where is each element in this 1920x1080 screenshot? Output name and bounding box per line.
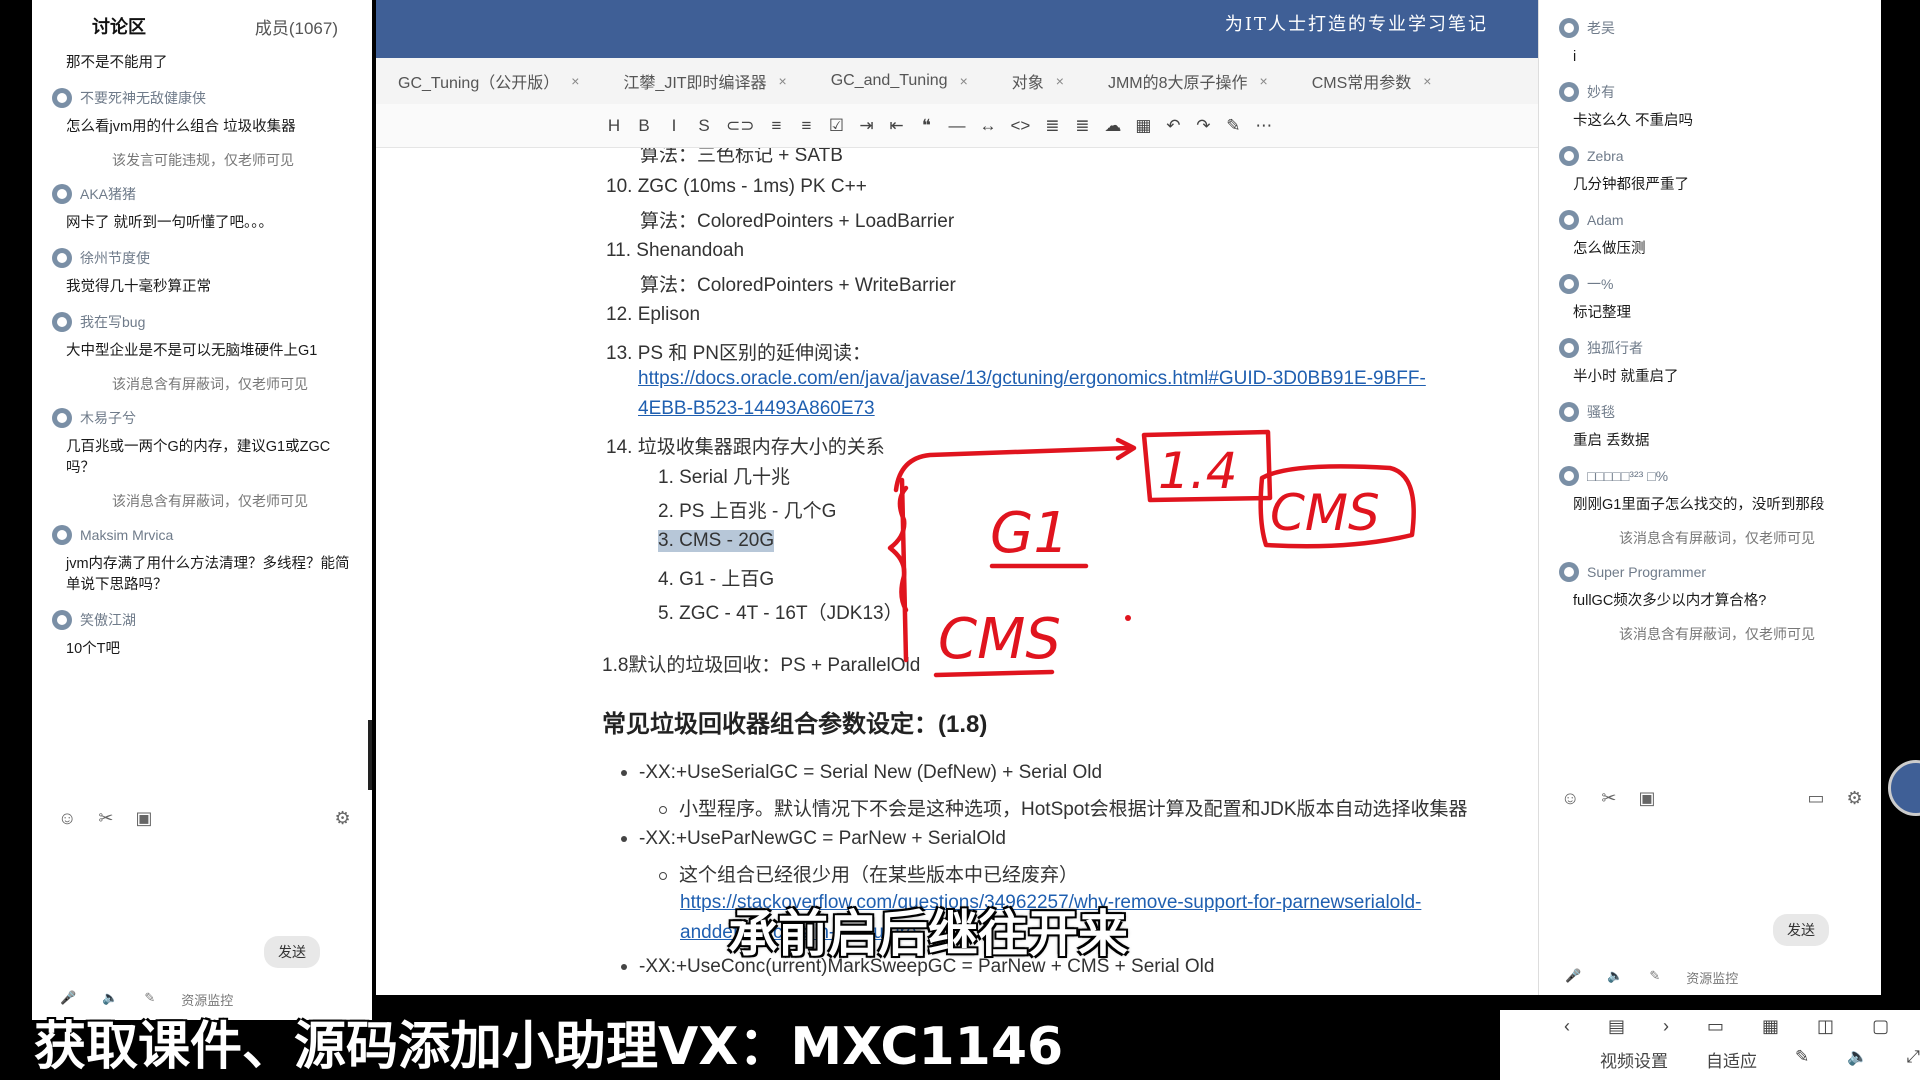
username: Super Programmer — [1587, 564, 1707, 581]
message-user: 老吴 — [1559, 18, 1861, 38]
annotation-g1: G1 — [990, 501, 1069, 566]
avatar[interactable] — [1559, 146, 1579, 167]
avatar[interactable] — [1559, 274, 1579, 295]
chat-message: 该消息含有屏蔽词，仅老师可见 — [1539, 528, 1881, 548]
chat-tools: ☺ ✂ ▣ ▭ ⚙ — [1561, 788, 1863, 809]
layout-icon[interactable]: ◫ — [1817, 1016, 1834, 1037]
hidden-message-notice: 该消息含有屏蔽词，仅老师可见 — [1619, 530, 1815, 547]
right-chat-panel: 老吴 i 妙有卡这么久 不重启吗 Zebra 几分钟都很严重了 Adam 怎么做压测一% 标记… — [1538, 0, 1881, 995]
message-user: 一% — [1559, 274, 1861, 295]
message-text: 半小时 就重启了 — [1573, 369, 1679, 386]
message-user: Adam — [1559, 210, 1861, 231]
scissors-icon[interactable]: ✂ — [1601, 788, 1616, 809]
username: 妙有 — [1587, 84, 1615, 101]
brush-icon[interactable]: ✎ — [1795, 1047, 1809, 1072]
expand-icon[interactable]: ⤢ — [1906, 1047, 1920, 1072]
next-icon[interactable]: › — [1663, 1016, 1669, 1037]
grid-icon[interactable]: ▦ — [1762, 1016, 1779, 1037]
avatar[interactable] — [1559, 466, 1579, 487]
message-text: 卡这么久 不重启吗 — [1573, 113, 1694, 130]
chat-message: Zebra 几分钟都很严重了 — [1539, 146, 1881, 196]
avatar[interactable] — [1559, 338, 1579, 359]
message-text: fullGC频次多少以内才算合格? — [1573, 593, 1767, 610]
username: 一% — [1587, 276, 1614, 293]
chat-message: Adam 怎么做压测 — [1539, 210, 1881, 260]
chat-message: 老吴 i — [1539, 18, 1881, 68]
fullscreen-icon[interactable]: ▢ — [1872, 1016, 1889, 1037]
image-icon[interactable]: ▣ — [1638, 788, 1655, 809]
chat-message: 该消息含有屏蔽词，仅老师可见 — [1539, 624, 1881, 644]
player-icons: ‹ ▤ › ▭ ▦ ◫ ▢ — [1500, 1010, 1920, 1037]
chat-message: 骚毯重启 丢数据 — [1539, 402, 1881, 452]
username: Zebra — [1587, 148, 1624, 165]
prev-icon[interactable]: ‹ — [1564, 1016, 1570, 1037]
player-bar: ‹ ▤ › ▭ ▦ ◫ ▢ 视频设置 自适应 ✎ 🔈 ⤢ — [1500, 1010, 1920, 1080]
username: 骚毯 — [1587, 404, 1615, 421]
vertical-line — [899, 477, 909, 663]
arrow-line — [893, 445, 1131, 493]
chat-message: 一% 标记整理 — [1539, 274, 1881, 324]
message-text: 标记整理 — [1573, 305, 1631, 322]
send-button[interactable]: 发送 — [1773, 914, 1829, 946]
promo-caption: 获取课件、源码添加小助理VX：MXC1146 — [34, 1017, 1064, 1077]
chat-message: 妙有卡这么久 不重启吗 — [1539, 82, 1881, 132]
screen-icon[interactable]: ▭ — [1707, 1016, 1724, 1037]
mic-icon[interactable]: 🎤 — [1565, 968, 1581, 987]
right-message-list: 老吴 i 妙有卡这么久 不重启吗 Zebra 几分钟都很严重了 Adam 怎么做压测一% 标记… — [1539, 18, 1881, 644]
pen-icon[interactable]: ✎ — [1649, 968, 1660, 987]
chat-icon[interactable]: ▭ — [1808, 788, 1825, 809]
message-user: □□□□□³²³ □% — [1559, 466, 1861, 487]
video-settings-button[interactable]: 视频设置 — [1600, 1047, 1668, 1072]
chat-footer: 🎤 🔈 ✎ 资源监控 — [1565, 968, 1738, 987]
chat-message: Super Programmer fullGC频次多少以内才算合格? — [1539, 562, 1881, 612]
username: 独孤行者 — [1587, 340, 1643, 357]
message-text: 怎么做压测 — [1573, 241, 1646, 258]
avatar[interactable] — [1559, 562, 1579, 583]
player-labels: 视频设置 自适应 ✎ 🔈 ⤢ — [1500, 1037, 1920, 1072]
message-text: 刚刚G1里面子怎么找交的，没听到那段 — [1573, 497, 1825, 514]
username: Adam — [1587, 212, 1624, 229]
username: 老吴 — [1587, 20, 1615, 36]
annotation-cms-2: CMS — [938, 607, 1061, 672]
doc-icon[interactable]: ▤ — [1608, 1016, 1625, 1037]
avatar[interactable] — [1559, 18, 1579, 38]
message-text: 几分钟都很严重了 — [1573, 177, 1689, 194]
message-user: 骚毯 — [1559, 402, 1861, 423]
message-user: 独孤行者 — [1559, 338, 1861, 359]
settings-icon[interactable]: ⚙ — [1847, 788, 1863, 809]
avatar[interactable] — [1559, 210, 1579, 231]
username: □□□□□³²³ □% — [1587, 468, 1669, 485]
chat-message: □□□□□³²³ □% 刚刚G1里面子怎么找交的，没听到那段 — [1539, 466, 1881, 516]
message-user: 妙有 — [1559, 82, 1861, 103]
underline-cms — [933, 669, 1055, 678]
auto-fit-button[interactable]: 自适应 — [1706, 1047, 1757, 1072]
annotation-cms-1: CMS — [1270, 484, 1380, 542]
volume-icon[interactable]: 🔈 — [1847, 1047, 1868, 1072]
speaker-icon[interactable]: 🔈 — [1607, 968, 1623, 987]
message-text: i — [1573, 49, 1577, 65]
message-user: Zebra — [1559, 146, 1861, 167]
hidden-message-notice: 该消息含有屏蔽词，仅老师可见 — [1619, 626, 1815, 643]
resource-monitor[interactable]: 资源监控 — [1686, 968, 1738, 987]
avatar[interactable] — [1559, 82, 1579, 103]
avatar[interactable] — [1559, 402, 1579, 423]
video-subtitle: 承前启后继往开来 — [728, 905, 1128, 963]
emoji-icon[interactable]: ☺ — [1561, 788, 1579, 809]
message-user: Super Programmer — [1559, 562, 1861, 583]
chat-message: 独孤行者半小时 就重启了 — [1539, 338, 1881, 388]
annotation-1-4: 1.4 — [1158, 442, 1238, 500]
message-text: 重启 丢数据 — [1573, 433, 1650, 450]
